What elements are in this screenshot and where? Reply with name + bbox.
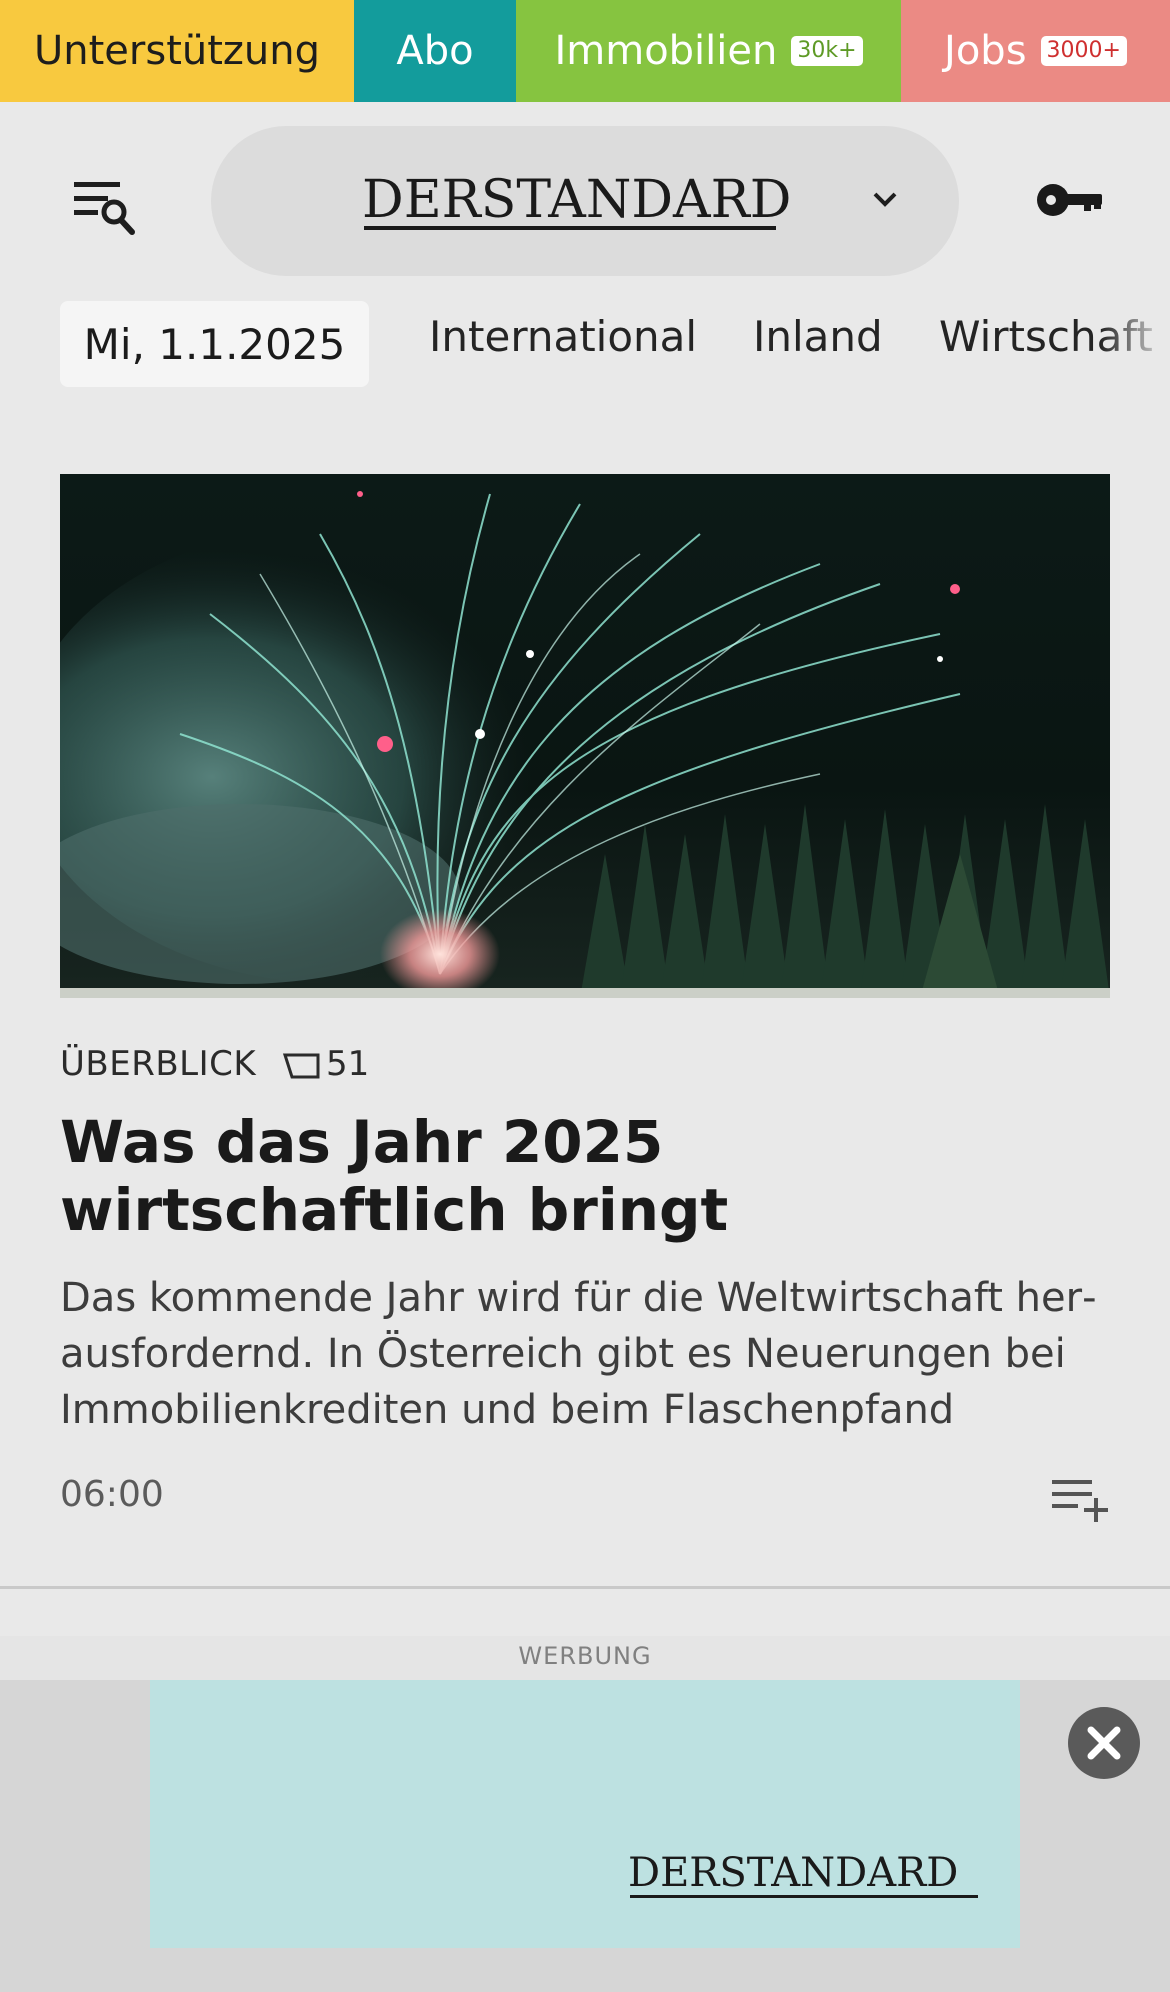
menu-search-icon[interactable] (70, 176, 142, 240)
article-image[interactable] (60, 474, 1110, 998)
chevron-down-icon[interactable] (870, 188, 900, 212)
abo-link[interactable]: Abo (354, 0, 516, 102)
comment-icon[interactable] (282, 1051, 322, 1081)
abo-label: Abo (396, 28, 474, 74)
ad-label: WERBUNG (518, 1642, 652, 1670)
immobilien-label: Immobilien (554, 28, 778, 74)
article-headline[interactable]: Was das Jahr 2025 wirtschaftlich bringt (60, 1108, 1120, 1244)
ad-logo-underline (630, 1895, 978, 1898)
top-bar: Unterstützung Abo Immobilien 30k+ Jobs 3… (0, 0, 1170, 102)
support-label: Unterstützung (33, 28, 320, 74)
site-logo[interactable]: DERSTANDARD (362, 170, 791, 230)
ad-logo: DERSTANDARD (628, 1850, 959, 1896)
playlist-add-icon[interactable] (1050, 1476, 1110, 1522)
date-chip[interactable]: Mi, 1.1.2025 (60, 301, 369, 387)
jobs-badge: 3000+ (1040, 36, 1127, 66)
jobs-label: Jobs (944, 28, 1027, 74)
nav-item-international[interactable]: International (429, 312, 697, 361)
comment-count[interactable]: 51 (326, 1044, 369, 1084)
date-label: Mi, 1.1.2025 (83, 319, 346, 369)
ad-banner[interactable] (150, 1680, 1020, 1948)
jobs-link[interactable]: Jobs 3000+ (901, 0, 1170, 102)
article-teaser[interactable]: Das kommende Jahr wird für die Weltwirts… (60, 1270, 1130, 1438)
immobilien-badge: 30k+ (791, 36, 863, 66)
article-kicker: ÜBERBLICK (60, 1044, 257, 1084)
logo-underline (364, 226, 776, 230)
article-time: 06:00 (60, 1474, 164, 1515)
support-link[interactable]: Unterstützung (0, 0, 354, 102)
nav-item-inland[interactable]: Inland (753, 312, 883, 361)
nav-scroll-fade (1100, 300, 1170, 390)
close-icon[interactable] (1068, 1707, 1140, 1779)
key-icon[interactable] (1036, 180, 1104, 220)
immobilien-link[interactable]: Immobilien 30k+ (516, 0, 901, 102)
section-divider (0, 1586, 1170, 1589)
